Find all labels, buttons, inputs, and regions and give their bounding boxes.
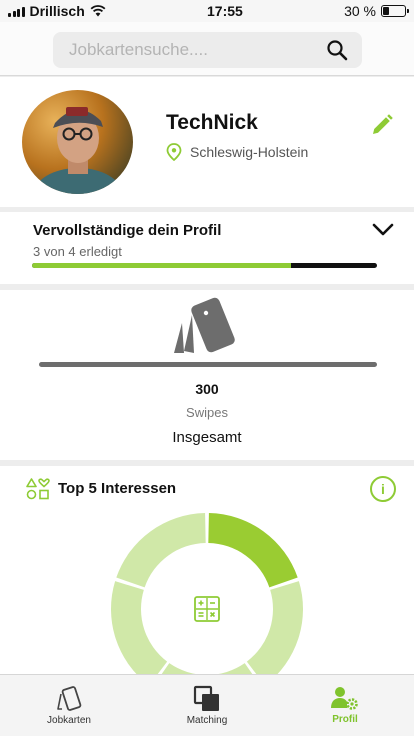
tab-bar: Jobkarten Matching Profil [0,674,414,736]
interests-title: Top 5 Interessen [58,480,177,497]
progress-title: Vervollständige dein Profil [33,222,222,239]
tab-label-jobkarten: Jobkarten [47,715,91,726]
info-button[interactable]: i [370,476,396,502]
search-input[interactable] [69,40,326,60]
chevron-down-icon [372,223,394,236]
card-icon [57,686,82,711]
swipe-total-label: Insgesamt [172,429,242,446]
swipe-label: Swipes [186,405,228,420]
carrier-label: Drillisch [29,3,85,19]
search-header [0,22,414,76]
expand-button[interactable] [370,220,396,240]
clock: 17:55 [207,3,243,19]
search-bar[interactable] [53,32,362,68]
donut-segment-1 [208,513,298,588]
edit-profile-button[interactable] [368,111,396,139]
swipe-divider [39,362,377,367]
swipes-card: 300 Swipes Insgesamt [0,290,414,460]
signal-icon [8,6,25,17]
info-icon: i [381,481,385,497]
donut-segment-5 [116,513,206,588]
donut-segment-2 [246,581,303,676]
avatar [22,90,133,194]
matching-icon [193,685,219,711]
tab-label-profil: Profil [332,714,358,725]
progress-bar [32,263,377,268]
donut-segment-4 [111,581,168,676]
shapes-heart-icon [26,478,50,500]
wifi-icon [90,5,106,17]
tab-jobkarten[interactable]: Jobkarten [0,675,138,736]
calculator-icon [194,596,220,622]
profile-progress-card[interactable]: Vervollständige dein Profil 3 von 4 erle… [0,212,414,284]
location: Schleswig-Holstein [166,143,308,161]
swipe-count: 300 [195,381,219,397]
status-left: Drillisch [8,3,106,19]
tab-profil[interactable]: Profil [276,675,414,736]
status-right: 30 % [344,3,409,19]
interests-card: Top 5 Interessen i [0,466,414,676]
tab-matching[interactable]: Matching [138,675,276,736]
status-bar: Drillisch 17:55 30 % [0,0,414,22]
interests-donut-chart [111,513,303,676]
profile-gear-icon [331,687,358,710]
progress-fill [32,263,291,268]
battery-icon [380,5,409,17]
location-pin-icon [166,143,182,161]
progress-subtitle: 3 von 4 erledigt [33,244,122,259]
profile-card: TechNick Schleswig-Holstein [0,77,414,207]
search-icon[interactable] [326,39,348,61]
pencil-icon [373,114,393,134]
battery-percent: 30 % [344,3,376,19]
location-label: Schleswig-Holstein [190,144,309,160]
profile-name: TechNick [166,111,258,134]
tab-label-matching: Matching [186,715,228,726]
job-cards-icon [174,297,235,353]
